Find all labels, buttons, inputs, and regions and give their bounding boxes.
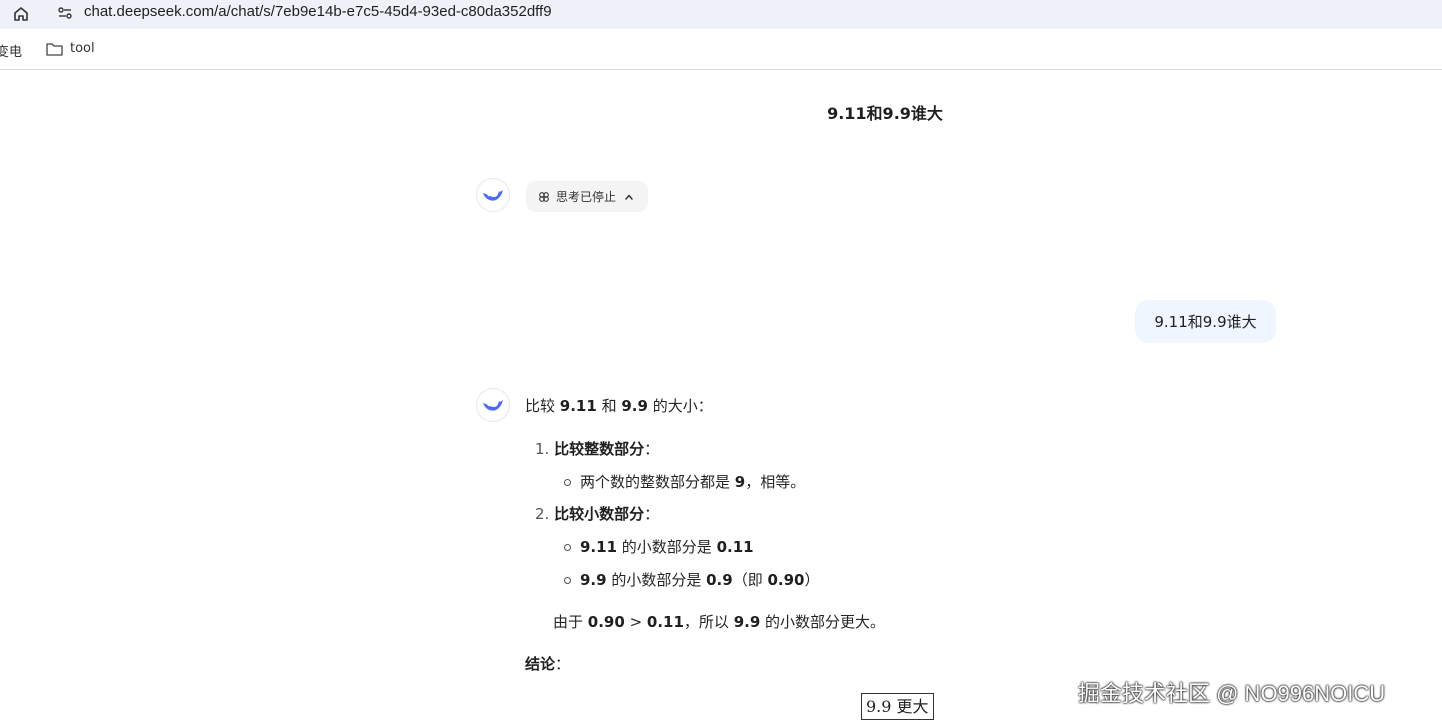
text: ，相等。: [745, 473, 806, 491]
thinking-stopped-icon: [539, 191, 549, 202]
text: ）: [804, 571, 820, 589]
text: ：: [555, 655, 571, 673]
assistant-avatar: [476, 388, 510, 422]
answer-intro: 比较 9.11 和 9.9 的大小：: [525, 395, 713, 416]
text: 比较: [525, 397, 560, 415]
list-number: 1.: [535, 440, 550, 458]
thinking-label: 思考已停止: [556, 190, 617, 204]
bold-text: 9.11: [559, 397, 597, 415]
step-title: 比较小数部分: [554, 505, 645, 523]
text: 的大小：: [647, 397, 713, 415]
list-item: 9.11 的小数部分是 0.11: [564, 536, 754, 557]
folder-icon: [46, 42, 63, 56]
list-item: 9.9 的小数部分是 0.9（即 0.90）: [564, 569, 820, 590]
address-bar: chat.deepseek.com/a/chat/s/7eb9e14b-e7c5…: [0, 0, 1442, 29]
bold-text: 0.11: [716, 538, 754, 556]
text: ，所以: [683, 613, 734, 631]
thinking-toggle[interactable]: 思考已停止: [526, 181, 649, 212]
bold-text: 0.9: [706, 571, 733, 589]
deepseek-logo-icon: [483, 400, 503, 411]
user-message-bubble: 9.11和9.9谁大: [1135, 300, 1276, 343]
site-settings-icon[interactable]: [56, 4, 74, 22]
bookmark-item[interactable]: 变电: [0, 41, 22, 60]
list-item: 两个数的整数部分都是 9，相等。: [563, 471, 806, 492]
chevron-up-icon: [625, 194, 633, 200]
assistant-avatar: [476, 178, 510, 212]
text: 的小数部分是: [606, 571, 707, 589]
bold-text: 9.9: [733, 613, 761, 631]
text: ：: [644, 505, 660, 523]
bookmark-label: tool: [70, 41, 95, 56]
text: 两个数的整数部分都是: [580, 473, 735, 491]
url-field[interactable]: chat.deepseek.com/a/chat/s/7eb9e14b-e7c5…: [84, 3, 552, 20]
watermark: 掘金技术社区 @ NO996NOICU: [1078, 681, 1386, 706]
list-item-step-1: 1. 比较整数部分：: [535, 438, 659, 459]
text: 和: [596, 397, 622, 415]
bold-text: 9: [734, 473, 746, 491]
text: ：: [644, 440, 660, 458]
text: 的小数部分更大。: [760, 613, 886, 631]
chat-title: 9.11和9.9谁大: [827, 104, 943, 123]
user-message-text: 9.11和9.9谁大: [1154, 313, 1257, 331]
conclusion-label: 结论: [525, 655, 556, 673]
bold-text: 9.9: [580, 571, 607, 589]
bookmark-folder-tool[interactable]: tool: [46, 41, 95, 56]
text: >: [624, 613, 647, 631]
bold-text: 0.11: [646, 613, 684, 631]
bold-text: 0.90: [767, 571, 805, 589]
deepseek-logo-icon: [483, 190, 503, 201]
conclusion-heading: 结论：: [525, 653, 570, 674]
bold-text: 9.11: [580, 538, 618, 556]
reason-paragraph: 由于 0.90 > 0.11，所以 9.9 的小数部分更大。: [553, 611, 885, 632]
bookmarks-bar: 变电 tool: [0, 29, 1442, 70]
text: 由于: [553, 613, 588, 631]
bold-text: 0.90: [587, 613, 625, 631]
bold-text: 9.9: [621, 397, 648, 415]
text: 的小数部分是: [617, 538, 717, 556]
step-title: 比较整数部分: [554, 440, 645, 458]
boxed-conclusion: 9.9 更大: [861, 693, 934, 720]
list-item-step-2: 2. 比较小数部分：: [535, 503, 659, 524]
home-icon[interactable]: [12, 5, 30, 23]
text: （即: [732, 571, 768, 589]
list-number: 2.: [535, 505, 550, 523]
